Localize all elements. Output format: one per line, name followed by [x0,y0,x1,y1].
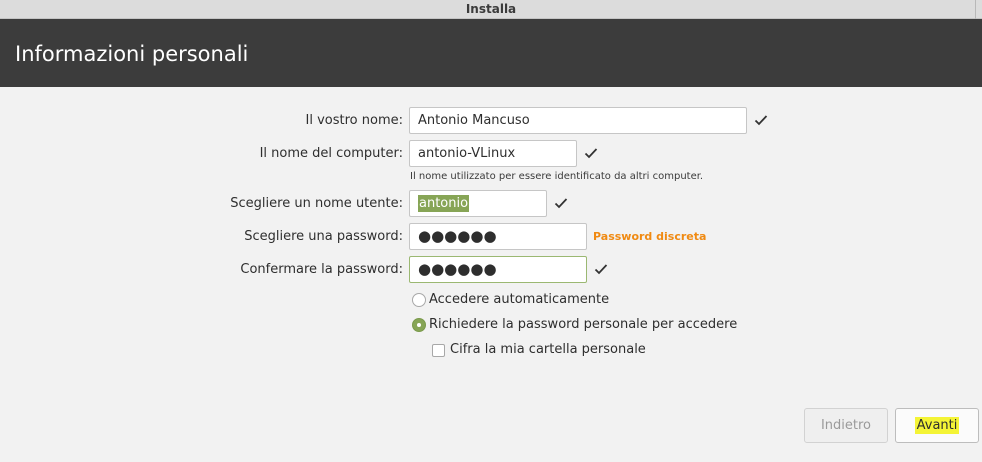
computer-name-label: Il nome del computer: [259,146,403,161]
page-header: Informazioni personali [0,19,982,87]
back-button[interactable]: Indietro [804,408,888,443]
require-password-option[interactable]: Richiedere la password personale per acc… [412,317,737,333]
username-valid-check-icon [554,198,568,209]
username-input[interactable]: antonio [409,190,547,217]
username-selected-text: antonio [418,195,470,212]
confirm-password-input[interactable]: ●●●●●● [409,256,587,283]
password-input[interactable]: ●●●●●● [409,223,587,250]
name-label: Il vostro nome: [305,113,403,128]
computer-name-input[interactable]: antonio-VLinux [409,140,577,167]
password-dots: ●●●●●● [418,227,497,245]
encrypt-home-option[interactable]: Cifra la mia cartella personale [432,342,646,358]
password-label: Scegliere una password: [244,229,403,244]
confirm-password-valid-check-icon [594,264,608,275]
username-label: Scegliere un nome utente: [230,196,403,211]
require-password-radio[interactable] [412,318,426,332]
computer-name-hint: Il nome utilizzato per essere identifica… [410,171,704,182]
require-password-label: Richiedere la password personale per acc… [429,317,738,332]
titlebar-edge [975,0,976,19]
page-title: Informazioni personali [15,42,249,66]
auto-login-option[interactable]: Accedere automaticamente [412,292,609,308]
window-title: Installa [465,2,517,16]
name-valid-check-icon [754,115,768,126]
encrypt-home-checkbox[interactable] [432,343,445,357]
next-button[interactable]: Avanti [895,408,979,443]
auto-login-radio[interactable] [412,293,426,307]
name-input[interactable]: Antonio Mancuso [409,107,747,134]
window-titlebar: Installa [0,0,982,19]
auto-login-label: Accedere automaticamente [429,292,610,307]
confirm-password-dots: ●●●●●● [418,260,497,278]
encrypt-home-label: Cifra la mia cartella personale [450,342,646,357]
confirm-password-label: Confermare la password: [240,262,403,277]
next-button-label: Avanti [914,417,960,434]
password-strength: Password discreta [593,230,707,243]
computer-name-valid-check-icon [584,148,598,159]
